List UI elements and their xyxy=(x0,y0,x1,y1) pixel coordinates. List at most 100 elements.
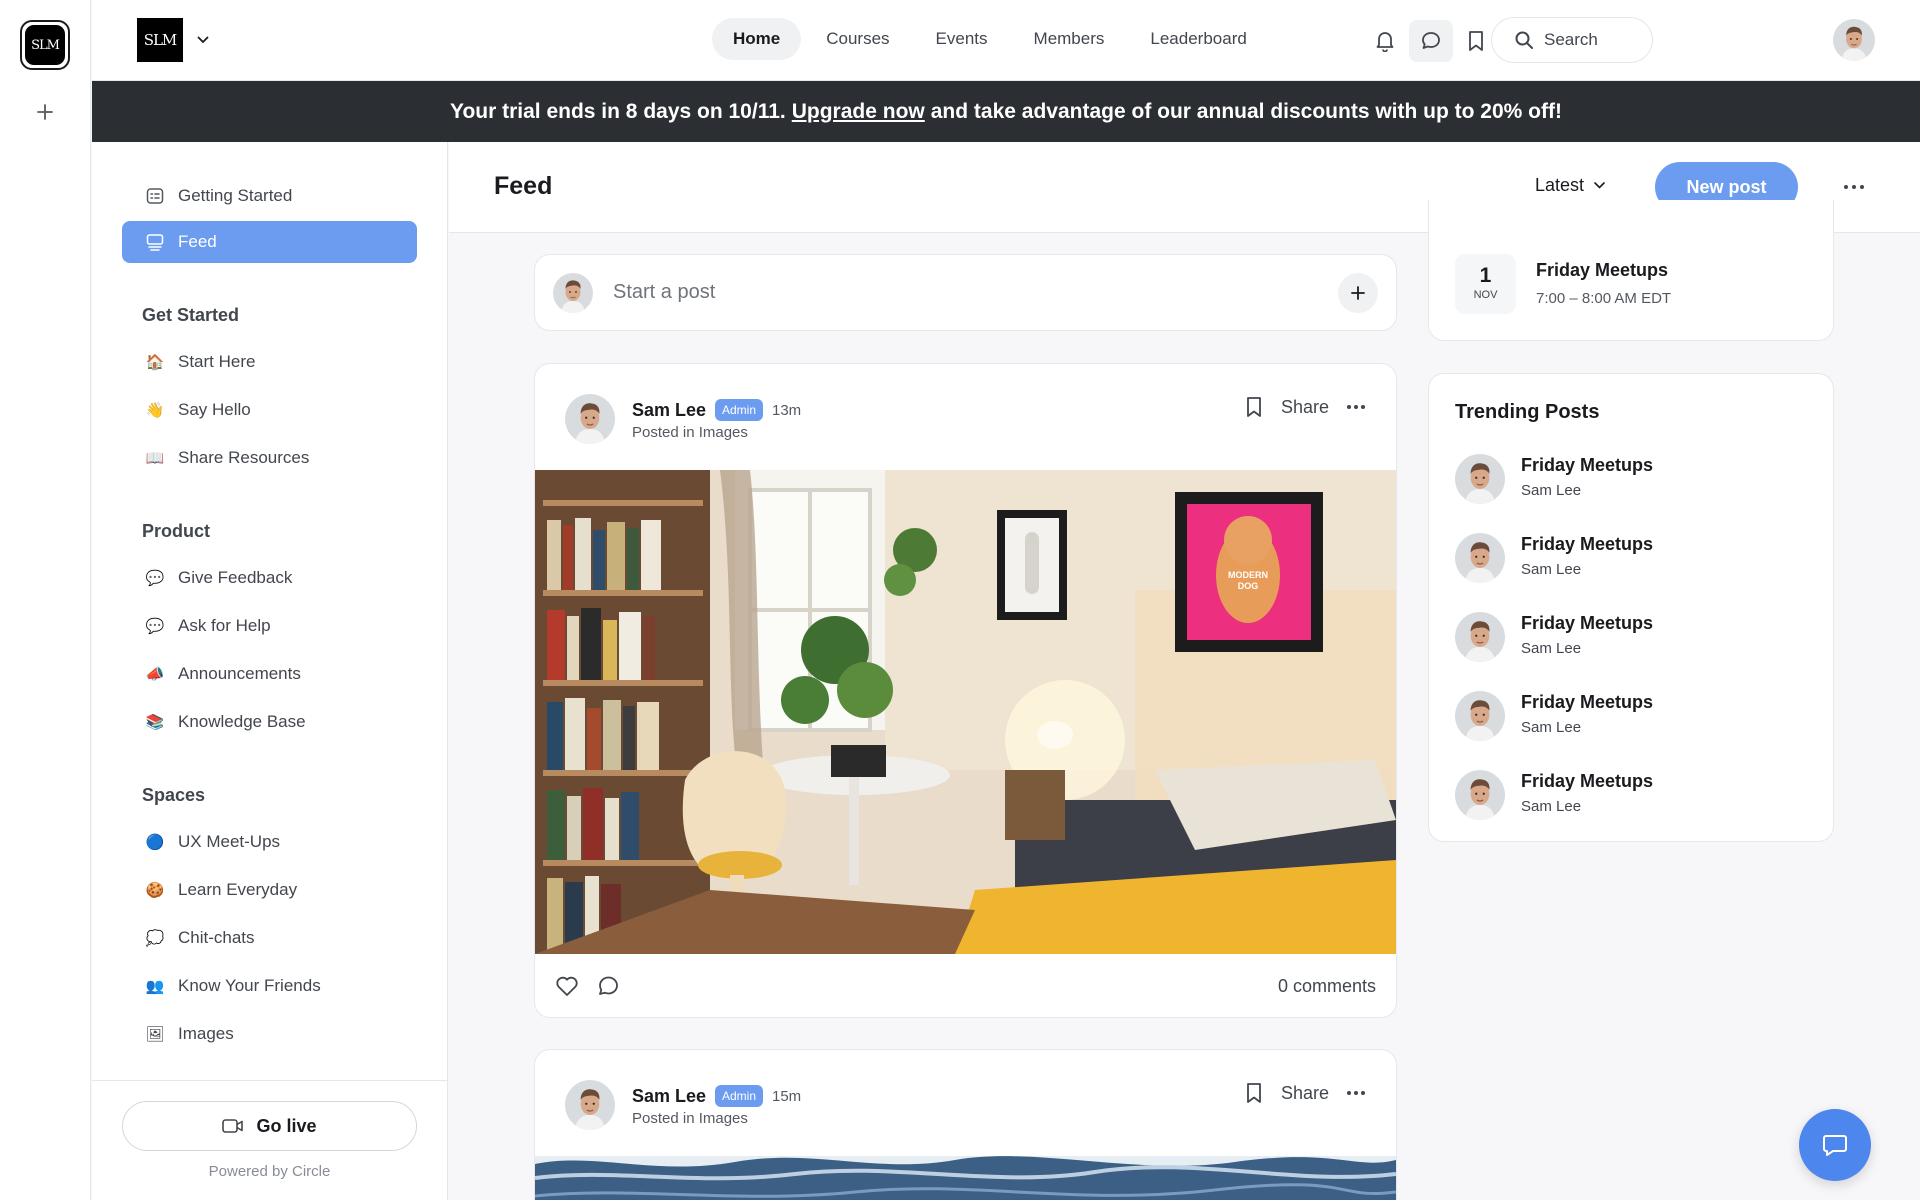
trial-text: Your trial ends in 8 days on 10/11. xyxy=(450,99,786,123)
trending-post-title: Friday Meetups xyxy=(1521,534,1654,554)
comment-button[interactable] xyxy=(597,975,620,997)
trending-post-item[interactable]: Friday Meetups Sam Lee xyxy=(1455,610,1805,662)
avatar xyxy=(1455,533,1505,583)
trending-post-item[interactable]: Friday Meetups Sam Lee xyxy=(1455,768,1805,820)
search-button[interactable]: Search xyxy=(1491,17,1653,63)
svg-text:MODERN: MODERN xyxy=(1228,570,1268,580)
bookmark-icon xyxy=(1469,31,1483,51)
trial-banner: Your trial ends in 8 days on 10/11. Upgr… xyxy=(92,81,1920,142)
sidebar-heading-spaces[interactable]: Spaces xyxy=(142,785,205,806)
search-icon xyxy=(1515,31,1533,49)
chevron-down-icon xyxy=(197,36,209,44)
feed-options-button[interactable] xyxy=(1837,170,1871,204)
profile-avatar[interactable] xyxy=(1833,19,1875,61)
upgrade-link[interactable]: Upgrade now xyxy=(792,100,925,124)
share-button[interactable]: Share xyxy=(1281,1083,1329,1104)
sidebar-item-ask-for-help[interactable]: 💬 Ask for Help xyxy=(122,605,417,647)
chat-bubble-icon xyxy=(1823,1135,1847,1156)
trending-post-item[interactable]: Friday Meetups Sam Lee xyxy=(1455,689,1805,741)
sort-dropdown[interactable]: Latest xyxy=(1535,175,1605,196)
trending-post-title: Friday Meetups xyxy=(1521,455,1654,475)
post-space-label[interactable]: Posted in Images xyxy=(632,1110,748,1127)
sidebar-item-images[interactable]: 🖼 Images xyxy=(122,1013,417,1055)
sort-label: Latest xyxy=(1535,175,1585,195)
sidebar-item-feed[interactable]: Feed xyxy=(122,221,417,263)
event-time: 7:00 – 8:00 AM EDT xyxy=(1536,290,1672,307)
brand-switcher[interactable]: SLM xyxy=(137,18,209,62)
sidebar-item-say-hello[interactable]: 👋 Say Hello xyxy=(122,389,417,431)
chat-support-button[interactable] xyxy=(1799,1109,1871,1181)
post-card: Sam Lee Admin 15m Posted in Images Share xyxy=(534,1049,1397,1200)
post-author[interactable]: Sam Lee xyxy=(632,1086,706,1107)
sidebar-item-ux-meet-ups[interactable]: 🔵 UX Meet-Ups xyxy=(122,821,417,863)
bookmarks-button[interactable] xyxy=(1454,20,1498,62)
nav-courses[interactable]: Courses xyxy=(805,18,910,60)
nav-events[interactable]: Events xyxy=(915,18,1009,60)
event-title[interactable]: Friday Meetups xyxy=(1536,260,1668,281)
powered-by-text[interactable]: Powered by Circle xyxy=(92,1163,447,1180)
sidebar-item-knowledge-base[interactable]: 📚 Knowledge Base xyxy=(122,701,417,743)
share-button[interactable]: Share xyxy=(1281,397,1329,418)
post-timestamp[interactable]: 13m xyxy=(772,402,801,419)
trending-post-title: Friday Meetups xyxy=(1521,613,1654,633)
sidebar-item-label: Give Feedback xyxy=(178,568,293,587)
speech-bubble-icon: 💬 xyxy=(145,618,165,635)
blue-circle-icon: 🔵 xyxy=(145,834,165,851)
notifications-button[interactable] xyxy=(1363,20,1407,62)
nav-leaderboard[interactable]: Leaderboard xyxy=(1129,18,1267,60)
post-header: Sam Lee Admin 15m Posted in Images Share xyxy=(565,1080,1365,1135)
avatar xyxy=(1455,770,1505,820)
post-image[interactable]: MODERN DOG xyxy=(535,470,1396,954)
bookmark-button[interactable] xyxy=(1245,1082,1263,1104)
post-actions: Share xyxy=(1245,1082,1365,1104)
post-timestamp[interactable]: 15m xyxy=(772,1088,801,1105)
post-author[interactable]: Sam Lee xyxy=(632,400,706,421)
post-space-label[interactable]: Posted in Images xyxy=(632,424,748,441)
trending-post-author: Sam Lee xyxy=(1521,561,1582,578)
post-more-button[interactable] xyxy=(1347,405,1365,409)
sidebar-item-know-your-friends[interactable]: 👥 Know Your Friends xyxy=(122,965,417,1007)
comments-count[interactable]: 0 comments xyxy=(1278,976,1376,997)
start-post-input[interactable]: Start a post xyxy=(613,281,1338,304)
trending-title: Trending Posts xyxy=(1455,401,1600,423)
comment-icon xyxy=(599,976,618,995)
post-composer[interactable]: Start a post xyxy=(534,254,1397,331)
event-day: 1 xyxy=(1479,264,1492,287)
avatar[interactable] xyxy=(565,394,615,444)
post-header: Sam Lee Admin 13m Posted in Images Share xyxy=(565,394,1365,449)
waving-hand-icon: 👋 xyxy=(145,402,165,419)
sidebar-item-label: Knowledge Base xyxy=(178,712,306,731)
sidebar-heading-product[interactable]: Product xyxy=(142,521,210,542)
more-horizontal-icon xyxy=(1347,405,1365,409)
composer-add-button[interactable] xyxy=(1338,272,1378,313)
sidebar-item-announcements[interactable]: 📣 Announcements xyxy=(122,653,417,695)
nav-members[interactable]: Members xyxy=(1013,18,1126,60)
sidebar-item-start-here[interactable]: 🏠 Start Here xyxy=(122,341,417,383)
bookmark-icon xyxy=(1247,1083,1261,1103)
like-button[interactable] xyxy=(555,975,579,997)
sidebar-item-learn-everyday[interactable]: 🍪 Learn Everyday xyxy=(122,869,417,911)
sidebar-item-chit-chats[interactable]: 💭 Chit-chats xyxy=(122,917,417,959)
bookmark-button[interactable] xyxy=(1245,396,1263,418)
avatar[interactable] xyxy=(565,1080,615,1130)
post-footer: 0 comments xyxy=(535,954,1396,1017)
speech-bubble-icon: 💬 xyxy=(145,570,165,587)
nav-home[interactable]: Home xyxy=(712,18,802,60)
go-live-button[interactable]: Go live xyxy=(122,1101,417,1151)
trending-post-item[interactable]: Friday Meetups Sam Lee xyxy=(1455,452,1805,504)
sidebar-item-label: Announcements xyxy=(178,664,301,683)
community-switcher-logo[interactable]: SLM xyxy=(20,20,70,70)
messages-button[interactable] xyxy=(1409,20,1453,62)
post-more-button[interactable] xyxy=(1347,1091,1365,1095)
post-image[interactable] xyxy=(535,1156,1396,1200)
add-community-button[interactable] xyxy=(30,97,60,127)
sidebar-item-label: UX Meet-Ups xyxy=(178,832,281,851)
thought-bubble-icon: 💭 xyxy=(145,930,165,947)
sidebar-heading-get-started[interactable]: Get Started xyxy=(142,305,239,326)
upcoming-event-card[interactable]: 1 NOV Friday Meetups 7:00 – 8:00 AM EDT xyxy=(1428,200,1834,341)
sidebar-item-getting-started[interactable]: Getting Started xyxy=(122,175,417,217)
page-title: Feed xyxy=(494,172,553,200)
trending-post-item[interactable]: Friday Meetups Sam Lee xyxy=(1455,531,1805,583)
sidebar-item-share-resources[interactable]: 📖 Share Resources xyxy=(122,437,417,479)
sidebar-item-give-feedback[interactable]: 💬 Give Feedback xyxy=(122,557,417,599)
